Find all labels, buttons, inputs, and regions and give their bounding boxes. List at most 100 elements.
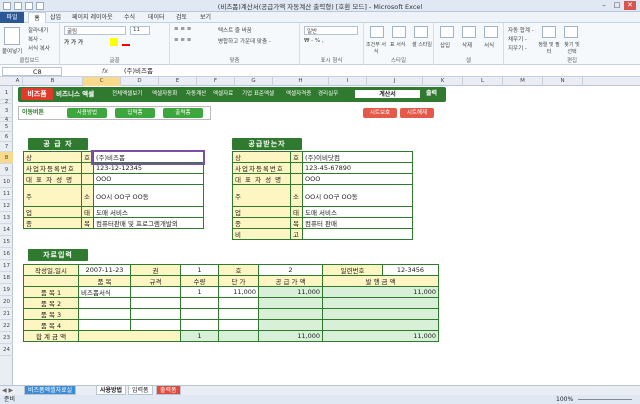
fill-button[interactable]: 채우기 - <box>508 35 527 43</box>
minimize-icon[interactable]: – <box>598 1 610 10</box>
vol-cell[interactable]: 1 <box>180 264 219 276</box>
currency-icon[interactable]: ₩ - % , <box>304 38 324 44</box>
form-value[interactable]: 도매 서비스 <box>301 206 413 218</box>
row-header[interactable]: 24 <box>0 344 13 356</box>
tab-view[interactable]: 보기 <box>200 12 211 23</box>
item-price[interactable] <box>218 308 259 320</box>
row-header[interactable]: 7 <box>0 142 13 152</box>
column-header[interactable]: N <box>543 77 583 86</box>
no-cell[interactable]: 2 <box>258 264 323 276</box>
item-spec[interactable] <box>130 286 181 298</box>
row-header[interactable]: 3 <box>0 104 13 118</box>
row-header[interactable]: 13 <box>0 212 13 224</box>
close-icon[interactable]: ✕ <box>624 1 636 10</box>
item-qty[interactable] <box>180 308 219 320</box>
tab-scroll-icon[interactable]: ◀ ▶ <box>2 387 13 394</box>
fill-color-icon[interactable] <box>110 38 118 46</box>
name-box[interactable]: C8 <box>2 67 62 76</box>
paste-icon[interactable] <box>4 27 20 45</box>
table-format-icon[interactable] <box>392 26 406 38</box>
row-header[interactable]: 1 <box>0 86 13 100</box>
nav-auto-calc[interactable]: 자동계산 <box>186 88 206 100</box>
item-price[interactable] <box>218 319 259 331</box>
form-value[interactable]: 컴퓨터 판매 <box>301 217 413 229</box>
serial-cell[interactable]: 12-3456 <box>382 264 439 276</box>
tab-formulas[interactable]: 수식 <box>124 12 135 23</box>
row-header[interactable]: 15 <box>0 236 13 248</box>
font-name-select[interactable]: 굴림 <box>64 26 126 35</box>
input-form-button[interactable]: 입력폼 <box>115 108 155 118</box>
sheet-tab-input[interactable]: 입력폼 <box>128 386 153 395</box>
row-header[interactable]: 16 <box>0 248 13 260</box>
item-qty[interactable] <box>180 297 219 309</box>
row-header[interactable]: 10 <box>0 176 13 188</box>
autosum-button[interactable]: 자동 합계 - <box>508 26 534 34</box>
form-value[interactable]: 도매 서비스 <box>92 206 204 218</box>
nav-excel-data[interactable]: 엑셀자료 <box>213 88 233 100</box>
tab-review[interactable]: 검토 <box>176 12 187 23</box>
sheet-tab-library[interactable]: 비즈폼엑셀자료실 <box>24 386 77 395</box>
format-painter-button[interactable]: 서식 복사 <box>28 44 50 52</box>
column-header[interactable]: D <box>121 77 159 86</box>
output-form-button[interactable]: 출력폼 <box>163 108 203 118</box>
wrap-text-button[interactable]: 텍스트 줄 바꿈 <box>218 26 252 34</box>
insert-cells-icon[interactable] <box>440 26 454 38</box>
row-header[interactable]: 11 <box>0 188 13 200</box>
row-header[interactable]: 22 <box>0 320 13 332</box>
tab-file[interactable]: 파일 <box>0 12 24 23</box>
delete-button[interactable]: 삭제 <box>462 41 472 49</box>
sheet-protect-button[interactable]: 시트보호 <box>363 108 397 118</box>
copy-button[interactable]: 복사 - <box>28 35 42 43</box>
bold-button[interactable]: 가 가 가 <box>64 38 83 46</box>
column-header[interactable]: L <box>463 77 503 86</box>
align-left-icon[interactable]: ≡ ≡ ≡ <box>174 37 191 43</box>
find-select-button[interactable]: 찾기 및 선택 <box>562 41 582 55</box>
tab-insert[interactable]: 삽입 <box>50 12 61 23</box>
row-header[interactable]: 19 <box>0 284 13 296</box>
font-color-icon[interactable] <box>122 38 130 46</box>
item-spec[interactable] <box>130 319 181 331</box>
conditional-format-button[interactable]: 조건부 서식 <box>366 41 386 55</box>
sort-filter-icon[interactable] <box>542 26 556 38</box>
column-header[interactable]: A <box>13 77 23 86</box>
form-value[interactable]: OOO <box>92 173 204 185</box>
clear-button[interactable]: 지우기 - <box>508 44 527 52</box>
form-value[interactable]: 123-12-12345 <box>92 162 204 174</box>
bizform-logo[interactable]: 비즈폼 <box>21 88 53 100</box>
sort-filter-button[interactable]: 정렬 및 필터 <box>538 41 560 55</box>
item-price[interactable] <box>218 297 259 309</box>
usage-button[interactable]: 사용방법 <box>67 108 107 118</box>
nav-excel-auto[interactable]: 엑셀자동화 <box>152 88 177 100</box>
conditional-format-icon[interactable] <box>370 26 384 38</box>
nav-all-excel[interactable]: 전체엑셀보기 <box>112 88 142 100</box>
row-header[interactable]: 8 <box>0 152 13 164</box>
item-name[interactable] <box>78 319 131 331</box>
column-header[interactable]: G <box>235 77 273 86</box>
maximize-icon[interactable]: □ <box>611 1 623 10</box>
row-header[interactable]: 23 <box>0 332 13 344</box>
row-header[interactable]: 21 <box>0 308 13 320</box>
item-price[interactable]: 11,000 <box>218 286 259 298</box>
form-value[interactable]: (주)이비닷컴 <box>301 151 413 163</box>
row-header[interactable]: 12 <box>0 200 13 212</box>
sheet-unprotect-button[interactable]: 시트해제 <box>400 108 434 118</box>
column-header[interactable]: H <box>273 77 329 86</box>
form-value[interactable]: 123-45-67890 <box>301 162 413 174</box>
delete-cells-icon[interactable] <box>462 26 476 38</box>
form-value[interactable]: (주)비즈폼 <box>91 149 206 165</box>
nav-standard[interactable]: 기업 표준엑셀 <box>242 88 274 100</box>
column-header[interactable]: C <box>83 77 121 86</box>
zoom-level[interactable]: 100% <box>556 395 573 404</box>
print-link[interactable]: 출력 <box>426 88 437 100</box>
number-format-select[interactable]: 일반 <box>304 26 358 35</box>
row-header[interactable]: 17 <box>0 260 13 272</box>
column-header[interactable]: M <box>503 77 543 86</box>
form-value[interactable]: OO시 OO구 OO동 <box>92 184 204 207</box>
align-top-icon[interactable]: ≡ ≡ ≡ <box>174 26 191 32</box>
row-header[interactable]: 20 <box>0 296 13 308</box>
date-cell[interactable]: 2007-11-23 <box>78 264 131 276</box>
column-header[interactable]: I <box>329 77 367 86</box>
calc-dropdown[interactable]: 계산서 <box>354 89 421 99</box>
item-name[interactable]: 비즈폼서식 <box>78 286 131 298</box>
cell-style-icon[interactable] <box>414 26 428 38</box>
